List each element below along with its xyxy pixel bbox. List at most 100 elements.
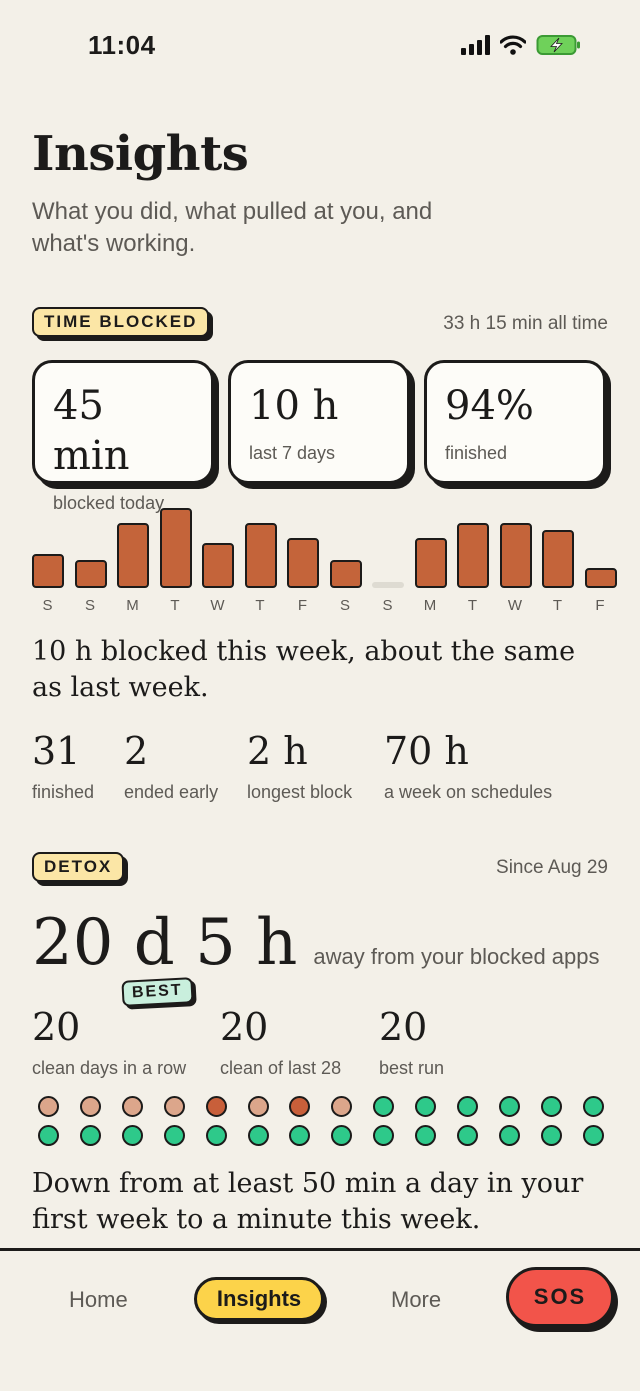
stat-cards: 45 min blocked today 10 h last 7 days 94…	[32, 360, 606, 513]
chart-day-label: S	[42, 597, 54, 614]
status-icons	[461, 34, 582, 56]
detox-day-dot	[540, 1125, 562, 1146]
chart-day-label: F	[297, 597, 309, 614]
detox-day-dot	[79, 1125, 101, 1146]
stat-label: clean of last 28	[220, 1058, 342, 1078]
detox-day-dot	[247, 1096, 269, 1117]
detox-day-dot	[540, 1096, 562, 1117]
chart-day-label: S	[84, 597, 96, 614]
chart-day-label: S	[382, 597, 394, 614]
detox-summary: Down from at least 50 min a day in your …	[32, 1168, 584, 1235]
stat-label: a week on schedules	[384, 782, 553, 802]
status-time: 11:04	[88, 30, 156, 60]
stat-value: 31	[32, 729, 81, 773]
best-badge: BEST	[121, 977, 194, 1007]
detox-day-dot	[247, 1125, 269, 1146]
detox-day-dot	[331, 1096, 353, 1117]
detox-duration: 20 d 5 h away from your blocked apps	[32, 906, 600, 980]
detox-day-dot	[373, 1125, 395, 1146]
detox-day-dot	[289, 1096, 311, 1117]
detox-caption: away from your blocked apps	[313, 944, 600, 969]
stat-label: longest block	[247, 782, 353, 802]
stat-best-run: 20 best run	[379, 1004, 444, 1079]
stat-card-finished[interactable]: 94% finished	[424, 360, 606, 484]
nav-home[interactable]: Home	[69, 1287, 128, 1313]
bottom-nav: Home Insights More SOS	[0, 1248, 640, 1391]
detox-day-dot	[289, 1125, 311, 1146]
detox-day-dot	[373, 1096, 395, 1117]
stat-card-value: 94%	[445, 383, 534, 429]
stat-value: 20	[220, 1005, 269, 1049]
detox-value: 20 d 5 h	[32, 906, 298, 980]
chart-bar	[244, 523, 277, 588]
nav-more[interactable]: More	[391, 1287, 441, 1313]
wifi-icon	[500, 35, 526, 55]
chart-day-label: M	[423, 597, 438, 614]
sos-button[interactable]: SOS	[506, 1267, 614, 1327]
stat-value: 20	[32, 1005, 81, 1049]
chart-day-label: M	[126, 597, 140, 614]
stat-card-value: 45 min	[53, 383, 130, 479]
detox-day-dot	[415, 1096, 437, 1117]
stat-clean-days-row: 20 clean days in a row	[32, 1004, 186, 1079]
stat-value: 70 h	[384, 729, 469, 773]
detox-day-dot	[79, 1096, 101, 1117]
stat-label: best run	[379, 1058, 445, 1078]
time-blocked-tag: TIME BLOCKED	[32, 307, 210, 337]
detox-day-dot	[498, 1125, 520, 1146]
detox-day-dot	[163, 1096, 185, 1117]
chart-bar	[499, 523, 532, 588]
chart-bar	[287, 538, 319, 588]
detox-day-dot	[331, 1125, 353, 1146]
nav-insights[interactable]: Insights	[194, 1277, 324, 1321]
chart-bar	[329, 560, 362, 588]
page-title: Insights	[32, 126, 249, 182]
chart-day-label: W	[507, 597, 524, 614]
detox-day-dot	[163, 1125, 185, 1146]
battery-charging-icon	[536, 35, 580, 55]
chart-bar	[414, 538, 447, 588]
chart-bar	[74, 560, 107, 588]
chart-day-label: T	[255, 597, 266, 614]
detox-day-dot	[457, 1125, 478, 1146]
detox-day-dot	[38, 1125, 59, 1146]
status-bar: 11:04	[0, 0, 640, 96]
detox-since: Since Aug 29	[496, 857, 608, 878]
chart-day-label: W	[210, 597, 226, 614]
stat-longest-block: 2 h longest block	[247, 728, 352, 803]
stat-card-label: last 7 days	[249, 443, 336, 463]
daily-blocked-bar-chart: SSMTWTFSSMTWTF	[32, 496, 617, 626]
detox-tag: DETOX	[32, 852, 125, 882]
chart-bar	[159, 508, 192, 588]
stat-label: clean days in a row	[32, 1058, 187, 1078]
stat-card-week[interactable]: 10 h last 7 days	[228, 360, 410, 484]
stat-ended-early: 2 ended early	[124, 728, 218, 803]
chart-day-label: S	[339, 597, 351, 614]
stat-clean-of-last-28: 20 clean of last 28	[220, 1004, 341, 1079]
detox-day-dot	[121, 1096, 143, 1117]
chart-day-label: F	[595, 597, 606, 614]
chart-bar	[542, 530, 574, 588]
detox-day-dot	[457, 1096, 478, 1117]
page-subtitle: What you did, what pulled at you, and wh…	[32, 198, 433, 257]
week-summary: 10 h blocked this week, about the same a…	[32, 636, 576, 703]
stat-value: 20	[379, 1005, 428, 1049]
stat-week-schedules: 70 h a week on schedules	[384, 728, 552, 803]
chart-bar	[372, 582, 404, 588]
stat-card-value: 10 h	[249, 383, 339, 429]
detox-day-dot	[38, 1096, 59, 1117]
detox-day-dot	[582, 1125, 604, 1146]
stat-label: ended early	[124, 782, 219, 802]
detox-day-dot	[498, 1096, 520, 1117]
stat-value: 2 h	[247, 729, 308, 773]
chart-day-label: T	[552, 597, 564, 614]
detox-day-dot	[582, 1096, 604, 1117]
chart-bar	[202, 543, 234, 588]
stat-finished: 31 finished	[32, 728, 94, 803]
chart-bar	[32, 554, 64, 588]
stat-card-today[interactable]: 45 min blocked today	[32, 360, 214, 513]
stat-card-label: finished	[445, 443, 508, 463]
time-blocked-total: 33 h 15 min all time	[443, 313, 608, 334]
stat-label: finished	[32, 782, 95, 802]
stat-value: 2	[124, 729, 149, 773]
